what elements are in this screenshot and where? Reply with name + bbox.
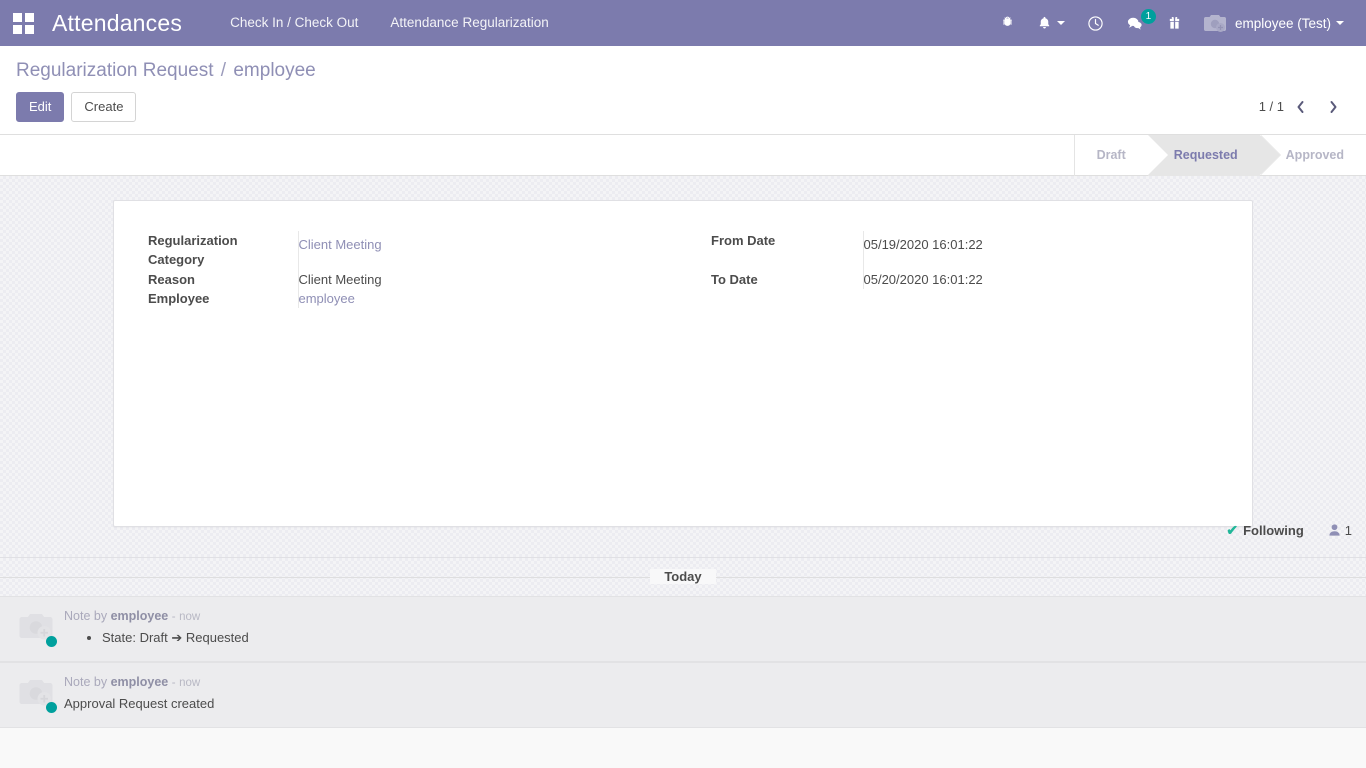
edit-button[interactable]: Edit: [16, 92, 65, 122]
field-label-employee: Employee: [148, 290, 210, 306]
field-value-to-date: 05/20/2020 16:01:22: [862, 269, 1178, 289]
status-requested-label: Requested: [1173, 148, 1238, 163]
person-icon: [1329, 524, 1340, 536]
breadcrumb-separator: /: [220, 60, 227, 81]
followers-row: ✔ Following 1: [1226, 522, 1352, 539]
clock-icon[interactable]: [1076, 0, 1115, 46]
form-column-right: From Date 05/19/2020 16:01:22 To Date 05…: [683, 230, 1218, 308]
message-prefix: Note by: [64, 608, 108, 623]
bug-icon[interactable]: [989, 0, 1026, 46]
message-body: Note by employee - now State: Draft ➔ Re…: [64, 609, 1350, 647]
nav-item-attendance-regularization[interactable]: Attendance Regularization: [374, 0, 564, 46]
field-label-to-date: To Date: [711, 271, 758, 287]
apps-menu-button[interactable]: [0, 0, 46, 46]
message-timestamp: now: [179, 676, 201, 689]
employee-link[interactable]: employee: [299, 291, 355, 306]
message-timestamp: now: [179, 610, 201, 623]
chat-badge-count: 1: [1140, 9, 1156, 24]
following-label: Following: [1243, 522, 1304, 538]
followers-count-button[interactable]: 1: [1328, 523, 1352, 538]
statusbar: Draft Requested Approved: [1073, 134, 1366, 176]
form-column-left: Regularization Category Client Meeting R…: [148, 230, 683, 308]
form-area: Regularization Category Client Meeting R…: [0, 176, 1366, 557]
message-avatar: [18, 611, 57, 647]
regularization-category-link[interactable]: Client Meeting: [299, 237, 382, 252]
pager-value: 1 / 1: [1258, 99, 1284, 115]
apps-grid-icon: [12, 12, 34, 34]
top-navbar: Attendances Check In / Check Out Attenda…: [0, 0, 1366, 46]
check-icon: ✔: [1226, 521, 1239, 538]
chevron-right-icon: [1330, 100, 1337, 113]
message-text-wrapper: State: Draft ➔ Requested: [64, 629, 1350, 647]
online-status-dot: [46, 635, 57, 647]
chatter-day-label: Today: [650, 569, 716, 585]
field-value-reason: Client Meeting: [297, 269, 643, 289]
chatter-message: Note by employee - now Approval Request …: [0, 661, 1366, 728]
breadcrumb-leaf: employee: [233, 60, 316, 81]
navbar-right-tools: 1 employee (Test): [989, 0, 1358, 46]
nav-item-check-in-out[interactable]: Check In / Check Out: [214, 0, 374, 46]
chatter-day-separator: Today: [0, 558, 1366, 596]
gift-icon[interactable]: [1156, 0, 1193, 46]
message-header: Note by employee - now: [64, 675, 1350, 689]
control-panel-buttons: Edit Create Action 1 / 1: [0, 84, 1366, 203]
field-value-from-date: 05/19/2020 16:01:22: [862, 230, 1178, 270]
bell-icon[interactable]: [1026, 0, 1076, 46]
form-sheet: Regularization Category Client Meeting R…: [113, 199, 1253, 527]
statusbar-row: Draft Requested Approved: [0, 134, 1366, 176]
navbar-menu: Check In / Check Out Attendance Regulari…: [214, 0, 565, 46]
status-draft-label: Draft: [1096, 148, 1126, 163]
chatter: Today Note by employee - now • State: Dr…: [0, 556, 1366, 728]
field-row-to-date: To Date 05/20/2020 16:01:22: [711, 269, 1178, 289]
field-row-reason: Reason Client Meeting: [148, 269, 643, 289]
create-button[interactable]: Create: [71, 92, 137, 122]
message-body: Note by employee - now Approval Request …: [64, 675, 1350, 713]
message-dash: -: [171, 676, 176, 689]
field-row-regularization-category: Regularization Category Client Meeting: [148, 230, 643, 270]
pager-previous-button[interactable]: [1284, 99, 1317, 115]
status-draft[interactable]: Draft: [1075, 134, 1169, 176]
message-bullet-list: State: Draft ➔ Requested: [64, 629, 1350, 647]
field-value-regularization-category: Client Meeting: [297, 230, 643, 270]
message-text: Approval Request created: [64, 695, 215, 711]
message-avatar: [18, 677, 57, 713]
message-author[interactable]: employee: [111, 609, 169, 623]
chat-icon[interactable]: 1: [1115, 0, 1156, 46]
field-label-regularization-category: Regularization Category: [148, 232, 238, 267]
message-dash: -: [171, 610, 176, 623]
field-row-employee: Employee employee: [148, 288, 643, 308]
message-prefix: Note by: [64, 674, 108, 689]
followers-count-value: 1: [1344, 522, 1352, 538]
message-author[interactable]: employee: [111, 675, 169, 689]
field-value-employee: employee: [297, 288, 643, 308]
form-columns: Regularization Category Client Meeting R…: [148, 230, 1218, 308]
following-button[interactable]: ✔ Following: [1226, 522, 1303, 539]
online-status-dot: [46, 701, 57, 713]
field-row-from-date: From Date 05/19/2020 16:01:22: [711, 230, 1178, 270]
pager-next-button[interactable]: [1317, 99, 1350, 115]
field-label-reason: Reason: [148, 271, 195, 287]
pager: 1 / 1: [1259, 99, 1350, 115]
app-brand-title[interactable]: Attendances: [46, 0, 192, 46]
field-label-from-date: From Date: [711, 232, 776, 248]
control-panel: Regularization Request / employee Edit C…: [0, 46, 1366, 203]
chatter-message: Note by employee - now State: Draft ➔ Re…: [0, 595, 1366, 662]
breadcrumb: Regularization Request / employee: [16, 60, 1350, 82]
status-approved-label: Approved: [1285, 148, 1344, 163]
user-name-label: employee (Test): [1234, 15, 1331, 31]
chevron-down-icon: [1056, 21, 1065, 25]
user-menu[interactable]: employee (Test): [1193, 0, 1352, 46]
message-header: Note by employee - now: [64, 609, 1350, 623]
message-text: State: Draft ➔ Requested: [102, 629, 1350, 647]
breadcrumb-root[interactable]: Regularization Request: [16, 60, 214, 81]
camera-placeholder-icon: [1203, 11, 1227, 35]
breadcrumb-row: Regularization Request / employee: [0, 46, 1366, 84]
chevron-left-icon: [1297, 100, 1304, 113]
chevron-down-icon: [1336, 21, 1344, 25]
